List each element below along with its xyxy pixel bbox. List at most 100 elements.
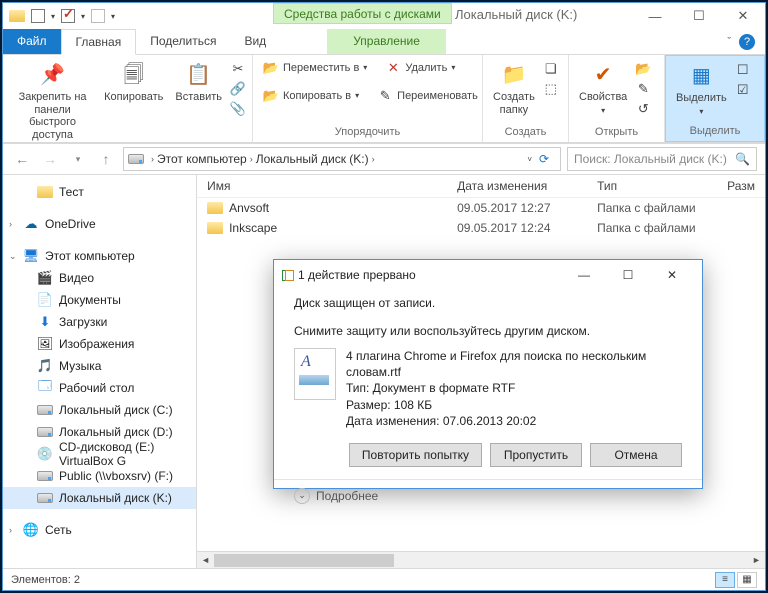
tab-manage[interactable]: Управление xyxy=(327,29,446,54)
dialog-minimize-button[interactable]: — xyxy=(562,260,606,290)
status-item-count: Элементов: 2 xyxy=(11,574,80,586)
tab-view[interactable]: Вид xyxy=(230,29,280,54)
up-button[interactable]: ↑ xyxy=(95,148,117,170)
dialog-file-type: Тип: Документ в формате RTF xyxy=(346,380,666,396)
dialog-close-button[interactable]: ✕ xyxy=(650,260,694,290)
recent-locations-button[interactable]: ▾ xyxy=(67,148,89,170)
col-size[interactable]: Разм xyxy=(727,179,755,193)
forward-button[interactable]: → xyxy=(39,148,61,170)
new-item-icon[interactable]: ❏ xyxy=(543,61,559,77)
chevron-down-icon[interactable]: ▾ xyxy=(51,12,55,21)
folder-icon xyxy=(207,202,223,214)
column-headers[interactable]: Имя Дата изменения Тип Разм xyxy=(197,175,765,198)
ribbon-collapse-icon[interactable]: ˇ xyxy=(727,36,731,48)
file-row[interactable]: Inkscape 09.05.2017 12:24 Папка с файлам… xyxy=(197,218,765,238)
history-icon[interactable]: ↺ xyxy=(635,101,651,117)
tree-node-drive-e[interactable]: 💿CD-дисковод (E:) VirtualBox G xyxy=(3,443,196,465)
dialog-title-bar[interactable]: 1 действие прервано — ☐ ✕ xyxy=(274,260,702,290)
scroll-right-icon[interactable]: ► xyxy=(748,555,765,565)
dialog-instruction: Снимите защиту или воспользуйтесь другим… xyxy=(294,324,682,338)
tree-node-downloads[interactable]: ⬇Загрузки xyxy=(3,311,196,333)
chevron-right-icon[interactable]: › xyxy=(372,154,375,164)
invert-selection-icon[interactable]: ☑ xyxy=(735,82,751,98)
qat-customize-dropdown[interactable]: ▾ xyxy=(111,12,115,21)
chevron-right-icon[interactable]: › xyxy=(151,154,154,164)
select-icon: ▦ xyxy=(687,62,715,90)
skip-button[interactable]: Пропустить xyxy=(490,443,582,467)
folder-icon xyxy=(37,186,53,198)
tree-node-desktop[interactable]: 🗔Рабочий стол xyxy=(3,377,196,399)
copy-path-icon[interactable]: 🔗 xyxy=(230,81,246,97)
retry-button[interactable]: Повторить попытку xyxy=(349,443,482,467)
cancel-button[interactable]: Отмена xyxy=(590,443,682,467)
horizontal-scrollbar[interactable]: ◄ ► xyxy=(197,551,765,568)
copy-button[interactable]: 🗐Копировать xyxy=(100,59,167,106)
maximize-button[interactable]: ☐ xyxy=(677,3,721,29)
ribbon-tabs: Файл Главная Поделиться Вид Управление ˇ… xyxy=(3,29,765,55)
cut-icon[interactable]: ✂ xyxy=(230,61,246,77)
tree-node-documents[interactable]: 📄Документы xyxy=(3,289,196,311)
new-folder-button[interactable]: 📁Создать папку xyxy=(489,59,539,118)
qat-checked-icon[interactable] xyxy=(61,9,75,23)
col-date[interactable]: Дата изменения xyxy=(457,179,597,193)
documents-icon: 📄 xyxy=(37,292,53,308)
col-type[interactable]: Тип xyxy=(597,179,727,193)
search-input[interactable]: Поиск: Локальный диск (K:) 🔍 xyxy=(567,147,757,171)
navigation-tree[interactable]: Тест ›☁OneDrive ⌄🖥Этот компьютер 🎬Видео … xyxy=(3,175,197,568)
col-name[interactable]: Имя xyxy=(207,179,457,193)
window-title: Локальный диск (K:) xyxy=(455,7,577,22)
breadcrumb-this-pc[interactable]: Этот компьютер xyxy=(157,152,247,166)
file-row[interactable]: Anvsoft 09.05.2017 12:27 Папка с файлами xyxy=(197,198,765,218)
tree-node-test[interactable]: Тест xyxy=(3,181,196,203)
rename-button[interactable]: ✎Переименовать xyxy=(373,87,482,105)
help-icon[interactable]: ? xyxy=(739,34,755,50)
select-none-icon[interactable]: ☐ xyxy=(735,62,751,78)
expand-icon[interactable]: › xyxy=(9,525,12,535)
tree-node-music[interactable]: 🎵Музыка xyxy=(3,355,196,377)
tab-home[interactable]: Главная xyxy=(61,29,137,55)
refresh-icon[interactable]: ⟳ xyxy=(532,152,556,166)
tab-file[interactable]: Файл xyxy=(3,29,61,54)
tree-node-onedrive[interactable]: ›☁OneDrive xyxy=(3,213,196,235)
select-all-button[interactable]: ▦Выделить▾ xyxy=(672,60,731,118)
chevron-down-icon[interactable]: ▾ xyxy=(81,12,85,21)
paste-button[interactable]: 📋Вставить xyxy=(171,59,226,106)
properties-button[interactable]: ✔Свойства▾ xyxy=(575,59,631,117)
rename-icon: ✎ xyxy=(377,88,393,104)
copy-to-button[interactable]: 📂Копировать в ▾ xyxy=(259,87,363,105)
delete-button[interactable]: ✕Удалить ▾ xyxy=(381,59,459,77)
move-to-button[interactable]: 📂Переместить в ▾ xyxy=(259,59,371,77)
view-details-button[interactable]: ≡ xyxy=(715,572,735,588)
tree-node-this-pc[interactable]: ⌄🖥Этот компьютер xyxy=(3,245,196,267)
collapse-icon[interactable]: ⌄ xyxy=(9,251,17,262)
pin-quick-access-button[interactable]: 📌Закрепить на панели быстрого доступа xyxy=(9,59,96,144)
dialog-maximize-button[interactable]: ☐ xyxy=(606,260,650,290)
edit-icon[interactable]: ✎ xyxy=(635,81,651,97)
tree-node-pictures[interactable]: 🖼Изображения xyxy=(3,333,196,355)
open-icon[interactable]: 📂 xyxy=(635,61,651,77)
tree-node-network[interactable]: ›🌐Сеть xyxy=(3,519,196,541)
back-button[interactable]: ← xyxy=(11,148,33,170)
scrollbar-thumb[interactable] xyxy=(214,554,394,567)
breadcrumb[interactable]: › Этот компьютер › Локальный диск (K:) ›… xyxy=(123,147,561,171)
paste-shortcut-icon[interactable]: 📎 xyxy=(230,101,246,117)
more-details-toggle[interactable]: ⌄ Подробнее xyxy=(274,479,702,504)
scroll-left-icon[interactable]: ◄ xyxy=(197,555,214,565)
tree-node-videos[interactable]: 🎬Видео xyxy=(3,267,196,289)
qat-placeholder-icon[interactable] xyxy=(91,9,105,23)
contextual-tool-tab[interactable]: Средства работы с дисками xyxy=(273,3,452,24)
minimize-button[interactable]: — xyxy=(633,3,677,29)
expand-icon[interactable]: › xyxy=(9,219,12,229)
tab-share[interactable]: Поделиться xyxy=(136,29,230,54)
tree-node-drive-f[interactable]: Public (\\vboxsrv) (F:) xyxy=(3,465,196,487)
copy-icon: 🗐 xyxy=(120,61,148,89)
tree-node-drive-k[interactable]: Локальный диск (K:) xyxy=(3,487,196,509)
qat-properties-icon[interactable] xyxy=(31,9,45,23)
easy-access-icon[interactable]: ⬚ xyxy=(543,81,559,97)
tree-node-drive-c[interactable]: Локальный диск (C:) xyxy=(3,399,196,421)
close-button[interactable]: ✕ xyxy=(721,3,765,29)
view-large-icons-button[interactable]: ▦ xyxy=(737,572,757,588)
breadcrumb-current[interactable]: Локальный диск (K:) xyxy=(256,152,369,166)
chevron-right-icon[interactable]: › xyxy=(250,154,253,164)
new-folder-icon: 📁 xyxy=(500,61,528,89)
